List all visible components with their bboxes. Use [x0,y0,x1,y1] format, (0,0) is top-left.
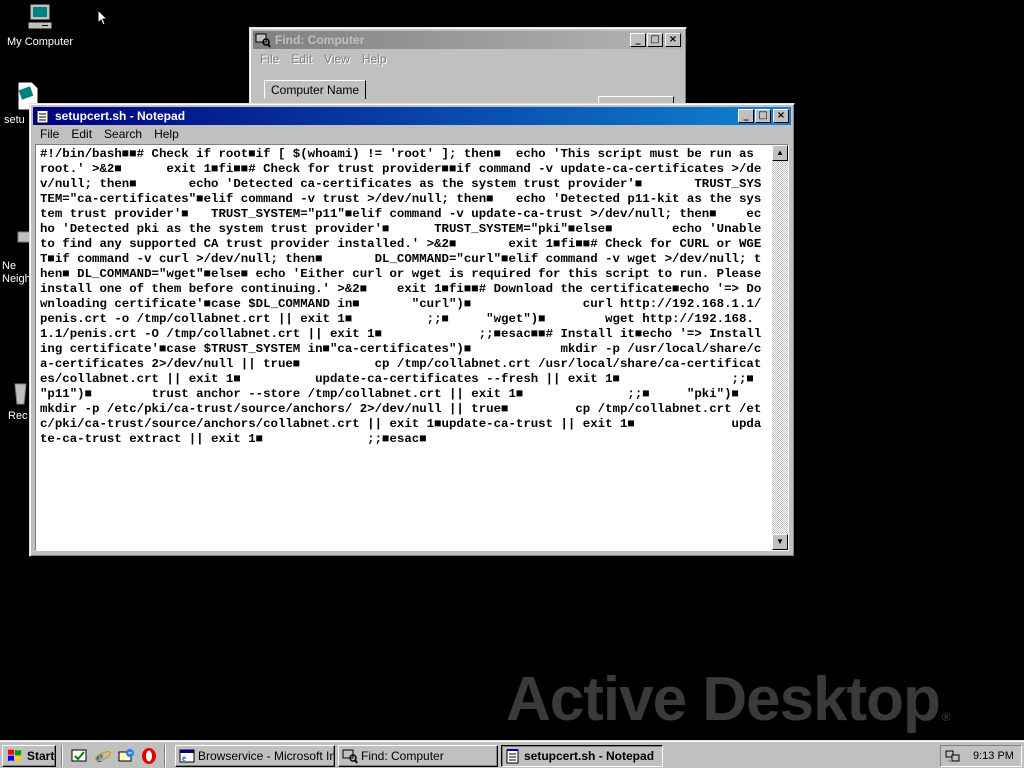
opera-icon[interactable] [140,747,158,765]
task-label: Find: Computer [361,749,444,763]
clock[interactable]: 9:13 PM [973,750,1014,762]
windows-logo-icon [8,749,21,762]
my-computer-icon [24,2,56,34]
minimize-button[interactable]: _ [630,33,646,47]
task-find-computer[interactable]: Find: Computer [338,745,498,767]
close-button[interactable]: × [665,33,681,47]
desktop-icon-my-computer[interactable]: My Computer [0,2,80,48]
find-window-menubar: File Edit View Help [254,51,682,67]
notepad-titlebar[interactable]: setupcert.sh - Notepad _ □ × [33,107,791,125]
close-button[interactable]: × [773,109,789,123]
find-computer-icon [255,32,271,48]
find-computer-icon [342,748,358,764]
start-button[interactable]: Start [2,745,56,767]
notepad-text-content[interactable]: #!/bin/bash■■# Check if root■if [ $(whoa… [36,145,771,550]
find-window-titlebar[interactable]: Find: Computer _ □ × [253,31,683,49]
notepad-icon [505,748,521,764]
menu-file[interactable]: File [254,51,285,67]
outlook-express-icon[interactable] [117,747,135,765]
menu-help[interactable]: Help [148,126,185,142]
menu-help[interactable]: Help [356,51,393,67]
taskbar-separator [164,745,166,767]
active-desktop-watermark: Active Desktop ® [506,664,951,735]
menu-edit[interactable]: Edit [65,126,98,142]
mouse-cursor-icon [97,9,109,26]
task-notepad[interactable]: setupcert.sh - Notepad [501,745,663,767]
recycle-bin-icon [12,376,28,408]
task-label: setupcert.sh - Notepad [524,749,655,763]
taskbar: Start e e Browservice - Microsoft Int...… [0,740,1024,768]
system-tray: 9:13 PM [940,745,1022,767]
tab-computer-name[interactable]: Computer Name [264,80,367,99]
maximize-button[interactable]: □ [647,33,663,47]
task-browservice[interactable]: e Browservice - Microsoft Int... [175,745,335,767]
minimize-button[interactable]: _ [738,109,754,123]
scroll-up-button[interactable]: ▲ [772,145,788,161]
svg-text:e: e [182,753,186,763]
notepad-icon [35,108,51,124]
menu-search[interactable]: Search [98,126,148,142]
notepad-editor[interactable]: #!/bin/bash■■# Check if root■if [ $(whoa… [35,144,789,551]
maximize-button[interactable]: □ [755,109,771,123]
notepad-title: setupcert.sh - Notepad [55,109,186,123]
tab-label: Computer Name [271,83,360,97]
internet-explorer-icon: e [179,748,195,764]
menu-edit[interactable]: Edit [285,51,318,67]
desktop-icon-label: My Computer [6,36,74,48]
menu-file[interactable]: File [34,126,65,142]
vertical-scrollbar[interactable]: ▲ ▼ [772,145,788,550]
notepad-window[interactable]: setupcert.sh - Notepad _ □ × File Edit S… [29,103,795,557]
menu-view[interactable]: View [318,51,356,67]
registered-mark: ® [941,710,951,724]
taskbar-separator [61,745,63,767]
start-label: Start [27,749,55,763]
task-label: Browservice - Microsoft Int... [198,749,335,763]
internet-explorer-icon[interactable]: e [94,747,112,766]
scroll-down-button[interactable]: ▼ [772,534,788,550]
network-tray-icon[interactable] [945,748,961,764]
notepad-menubar: File Edit Search Help [34,126,790,142]
watermark-text: Active Desktop [506,665,941,734]
show-desktop-icon[interactable] [70,747,88,765]
find-window-title: Find: Computer [275,33,365,47]
